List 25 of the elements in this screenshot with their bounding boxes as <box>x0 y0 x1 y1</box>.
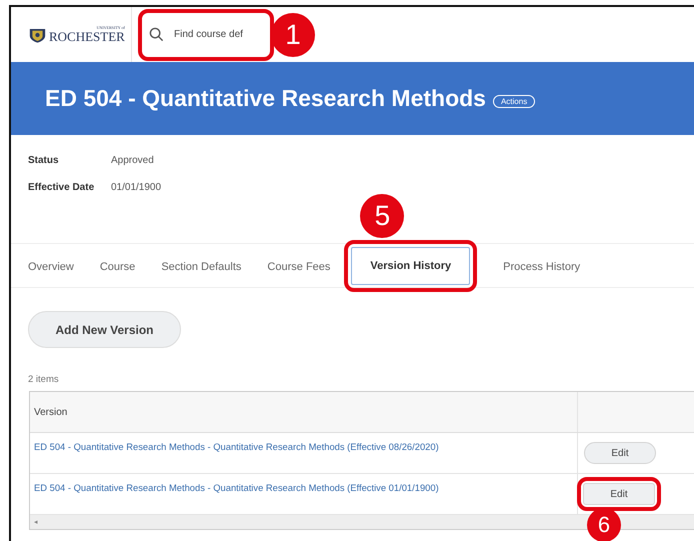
field-label: Effective Date <box>28 182 96 193</box>
logo-name: ROCHESTER <box>49 30 125 43</box>
tab[interactable]: Section Defaults <box>161 260 242 272</box>
edit-button[interactable]: Edit <box>584 442 656 464</box>
search-icon <box>149 27 164 42</box>
field-label: Status <box>28 155 60 166</box>
field-value: 01/01/1900 <box>111 182 162 193</box>
tab[interactable]: Process History <box>503 260 580 272</box>
add-new-version-button[interactable]: Add New Version <box>28 311 181 348</box>
callout-badge: 1 <box>271 12 315 56</box>
tab[interactable]: Course <box>100 260 136 272</box>
tab[interactable]: Overview <box>28 260 74 272</box>
column-header: Version <box>30 392 578 432</box>
page-title: ED 504 - Quantitative Research Methods <box>45 85 486 112</box>
tab[interactable]: Version History <box>351 246 470 284</box>
item-count: 2 items <box>28 374 60 385</box>
version-link[interactable]: ED 504 - Quantitative Research Methods - Quantitative Research Methods (Effective 01/01/1900) <box>34 482 439 493</box>
callout-badge: 6 <box>587 508 621 541</box>
field-value: Approved <box>111 155 154 166</box>
version-link[interactable]: ED 504 - Quantitative Research Methods - Quantitative Research Methods (Effective 08/26/2020) <box>34 441 439 452</box>
tab[interactable]: Course Fees <box>267 260 330 272</box>
actions-button[interactable]: Actions <box>492 94 536 108</box>
callout-badge: 5 <box>360 194 404 238</box>
edit-button[interactable]: Edit <box>583 483 655 505</box>
crest-icon <box>29 26 46 42</box>
